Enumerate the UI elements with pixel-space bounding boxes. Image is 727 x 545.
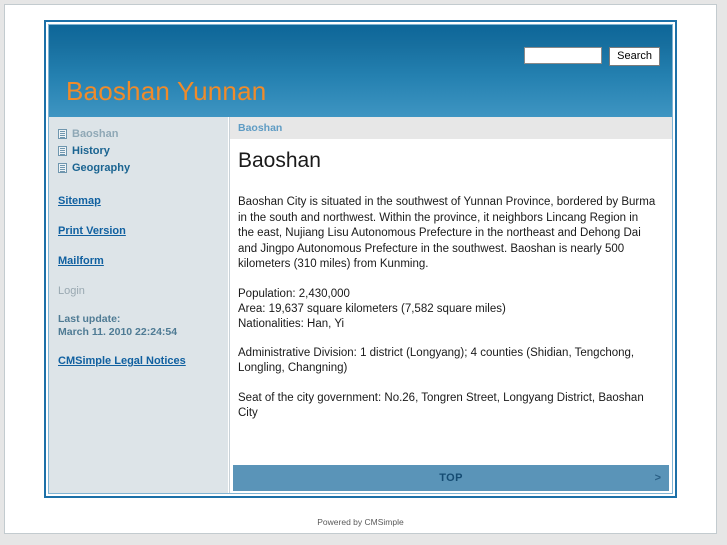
sidebar-item-label: History: [72, 145, 110, 157]
sidebar-item-label: Geography: [72, 162, 131, 174]
login-link[interactable]: Login: [49, 285, 228, 297]
top-button[interactable]: TOP >: [233, 465, 669, 491]
sidebar-item-baoshan[interactable]: Baoshan: [58, 126, 228, 142]
sidebar-item-geography[interactable]: Geography: [58, 160, 228, 176]
breadcrumb: Baoshan: [230, 117, 672, 139]
search-button[interactable]: Search: [609, 47, 660, 66]
page-icon: [58, 129, 67, 139]
content-column: Baoshan Baoshan Baoshan City is situated…: [229, 117, 672, 493]
content-paragraph: Baoshan City is situated in the southwes…: [238, 196, 656, 270]
site-title: Baoshan Yunnan: [66, 76, 267, 106]
content-paragraph-population: Population: 2,430,000: [238, 287, 350, 300]
site-inner-frame: Search Baoshan Yunnan Baoshan History Ge…: [48, 24, 673, 494]
sidebar-item-label: Baoshan: [72, 128, 119, 140]
site-body: Baoshan History Geography Sitemap Print …: [49, 117, 672, 493]
sidebar-item-history[interactable]: History: [58, 143, 228, 159]
content-paragraph-administrative: Administrative Division: 1 district (Lon…: [238, 346, 635, 375]
search-input[interactable]: [524, 47, 603, 64]
last-update-value: March 11. 2010 22:24:54: [58, 326, 178, 338]
sitemap-link[interactable]: Sitemap: [58, 195, 228, 207]
top-button-label: TOP: [439, 472, 463, 484]
page-title: Baoshan: [238, 149, 321, 172]
sidebar-menu: Baoshan History Geography: [49, 126, 228, 176]
mailform-link[interactable]: Mailform: [58, 255, 228, 267]
breadcrumb-item-baoshan[interactable]: Baoshan: [238, 122, 282, 134]
sidebar-links: Sitemap Print Version Mailform: [49, 177, 228, 267]
search-area: Search: [524, 47, 660, 66]
browser-viewport: Search Baoshan Yunnan Baoshan History Ge…: [4, 4, 717, 534]
sidebar: Baoshan History Geography Sitemap Print …: [49, 117, 229, 493]
footer-powered-by: Powered by CMSimple: [317, 517, 404, 527]
print-version-link[interactable]: Print Version: [58, 225, 228, 237]
chevron-right-icon: >: [654, 472, 661, 484]
site-header: Search Baoshan Yunnan: [49, 25, 672, 117]
last-update-label: Last update:: [58, 313, 121, 325]
content-paragraph-area: Area: 19,637 square kilometers (7,582 sq…: [238, 302, 506, 315]
legal-notices-link[interactable]: CMSimple Legal Notices: [49, 355, 228, 367]
content-paragraph-nationalities: Nationalities: Han, Yi: [238, 317, 345, 330]
site-frame: Search Baoshan Yunnan Baoshan History Ge…: [44, 20, 677, 498]
last-update-block: Last update: March 11. 2010 22:24:54: [49, 313, 228, 339]
content-main: Baoshan Baoshan City is situated in the …: [230, 139, 672, 465]
page-icon: [58, 163, 67, 173]
content-paragraph-seat: Seat of the city government: No.26, Tong…: [238, 391, 644, 420]
page-icon: [58, 146, 67, 156]
